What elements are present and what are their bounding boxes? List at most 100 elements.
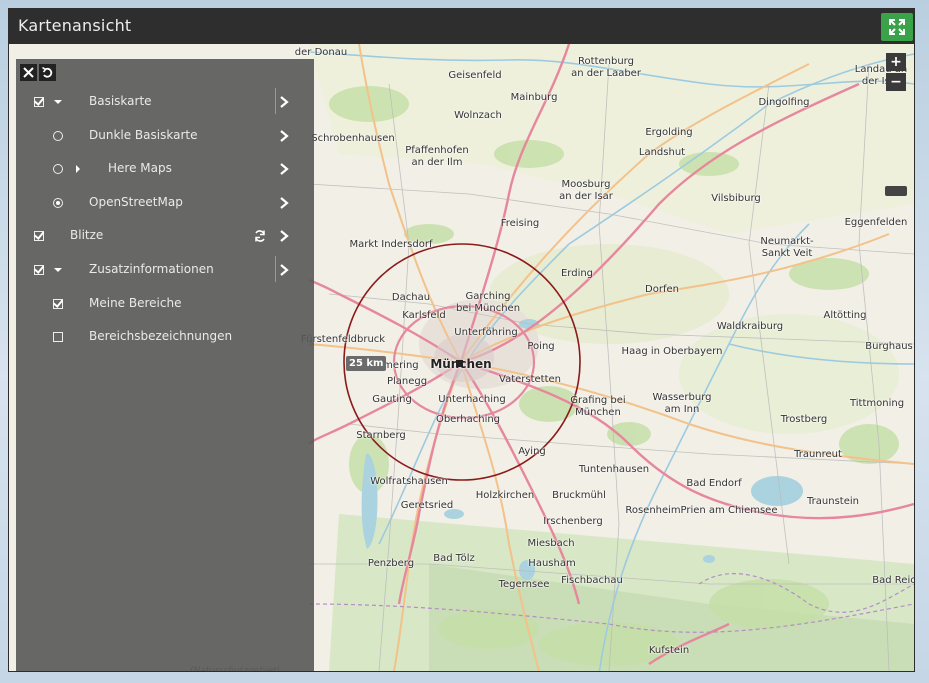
row-separator [275,256,276,282]
layer-label: Zusatzinformationen [89,262,214,276]
place-label: Tittmoning [849,398,905,409]
place-label: Oberhaching [435,414,501,425]
layer-label: Blitze [70,228,104,243]
layer-row-basiskarte[interactable]: Basiskarte [16,86,314,118]
layer-row-meine-bereiche[interactable]: Meine Bereiche [16,288,314,320]
layer-radio[interactable] [53,197,63,208]
place-label: Dachau [391,292,431,303]
layer-checkbox[interactable] [34,97,44,107]
place-label: Eggenfelden [844,217,908,228]
layer-row-zusatzinformationen[interactable]: Zusatzinformationen [16,254,314,286]
layer-radio[interactable] [53,130,63,141]
place-label: Pfaffenhofen an der Ilm [405,145,469,168]
center-marker[interactable] [456,360,463,367]
chevron-right-icon[interactable] [278,263,290,277]
place-label: Aying [518,446,546,457]
place-label: Neumarkt- Sankt Veit [760,236,814,259]
zoom-control: + − [886,53,906,93]
place-label: Traunstein [807,496,859,507]
layer-label: Dunkle Basiskarte [89,127,198,142]
place-label: Vilsbiburg [711,193,761,204]
place-label: Unterhaching [438,394,506,405]
place-label: Rosenheim [625,505,681,516]
refresh-icon[interactable] [253,229,267,243]
layer-checkbox[interactable] [34,265,44,275]
zoom-in-button[interactable]: + [886,53,906,71]
undo-icon [42,66,53,78]
place-label: Moosburg an der Isar [559,179,613,202]
layer-checkbox[interactable] [34,231,44,242]
place-label: Bad Reic [872,575,914,586]
place-label: Holzkirchen [475,490,535,501]
map-view[interactable]: Rottenburg an der LaaberLandau an der Is… [9,44,914,671]
layer-radio[interactable] [53,164,63,175]
place-label: Bruckmühl [552,490,606,501]
place-label: Ergolding [645,127,693,138]
place-label: Karlsfeld [402,310,446,321]
title-bar: Kartenansicht [8,8,915,44]
place-label: Mainburg [510,92,558,103]
place-label: Freising [500,218,540,229]
place-label: Bad Endorf [686,478,742,489]
zoom-out-button[interactable]: − [886,73,906,91]
place-label: Penzberg [367,558,415,569]
layer-label: OpenStreetMap [89,194,183,209]
layer-panel: Basiskarte Dunkle Basiskarte Here Maps Open… [16,59,314,671]
place-label: der Donau [294,47,348,58]
layer-label: Basiskarte [89,94,152,108]
caret-right-icon[interactable] [72,163,84,175]
place-label: Erding [560,268,594,279]
place-label: Starnberg [356,430,406,441]
place-label: Miesbach [527,538,575,549]
layer-row-here-maps[interactable]: Here Maps [16,153,314,185]
place-label: Garching bei München [455,291,521,314]
place-label: Geretsried [400,500,454,511]
close-icon [23,67,34,78]
caret-down-icon[interactable] [52,96,64,108]
chevron-right-icon[interactable] [278,129,290,143]
layer-label: Here Maps [108,161,172,176]
place-label: Dorfen [645,284,679,295]
layer-row-dunkle-basiskarte[interactable]: Dunkle Basiskarte [16,120,314,152]
place-label: Gauting [372,394,412,405]
map-window: Kartenansicht Rottenburg an der Laaber L… [8,8,915,672]
caret-down-icon[interactable] [52,264,64,276]
place-label: Wasserburg am Inn [652,392,712,415]
place-label: Tuntenhausen [578,464,650,475]
layer-checkbox[interactable] [53,298,63,309]
place-label: Haag in Oberbayern [621,346,723,357]
place-label: Markt Indersdorf [349,239,433,250]
place-label: Irschenberg [543,516,603,527]
chevron-right-icon[interactable] [278,229,290,243]
place-label: Altötting [823,310,867,321]
close-panel-button[interactable] [20,64,37,81]
place-label: Vaterstetten [499,374,561,385]
window-title: Kartenansicht [18,16,132,35]
chevron-right-icon[interactable] [278,196,290,210]
map-side-handle[interactable] [885,186,907,196]
chevron-right-icon[interactable] [278,95,290,109]
place-label: Geisenfeld [448,70,502,81]
place-label: Trostberg [780,414,828,425]
place-label: Bad Tölz [433,553,475,564]
place-label: Traunreut [794,449,842,460]
reset-panel-button[interactable] [39,64,56,81]
panel-buttons [20,64,58,83]
layer-checkbox[interactable] [53,332,63,343]
place-label: Unterföhring [454,327,518,338]
fullscreen-button[interactable] [881,13,913,41]
place-label: Wolfratshausen [370,476,448,487]
place-label: Grafing bei München [570,395,626,418]
layer-row-blitze[interactable]: Blitze [16,220,314,252]
layer-row-openstreetmap[interactable]: OpenStreetMap [16,187,314,219]
row-separator [275,88,276,114]
place-label: Fischbachau [561,575,623,586]
place-label: Schrobenhausen [311,133,395,144]
place-label: Burghaus [865,341,913,352]
place-label: Hausham [528,558,576,569]
expand-arrows-icon [889,19,905,35]
layer-label: Meine Bereiche [89,295,182,310]
place-label: Dingolfing [758,97,810,108]
layer-row-bereichsbezeichnungen[interactable]: Bereichsbezeichnungen [16,321,314,353]
chevron-right-icon[interactable] [278,162,290,176]
